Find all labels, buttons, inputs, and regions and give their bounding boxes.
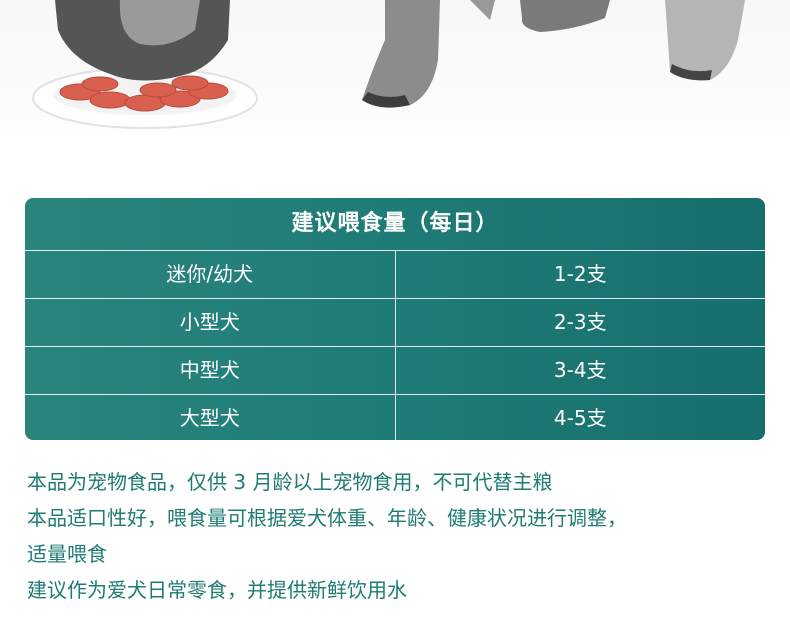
feeding-amount-table: 建议喂食量（每日） 迷你/幼犬 1-2支 小型犬 2-3支 中型犬 3-4支 大… <box>25 198 765 440</box>
amount-cell: 3-4支 <box>553 358 607 382</box>
dog-leg-middle-left <box>362 0 440 108</box>
dog-size-cell: 迷你/幼犬 <box>25 251 396 298</box>
dog-leg-middle-right <box>470 0 495 20</box>
table-row: 小型犬 2-3支 <box>25 299 765 347</box>
dog-paw-middle <box>520 0 610 32</box>
amount-cell: 1-2支 <box>553 262 607 286</box>
amount-cell: 2-3支 <box>553 310 607 334</box>
dogs-illustration <box>32 0 745 129</box>
note-line: 本品为宠物食品，仅供 3 月龄以上宠物食用，不可代替主粮 <box>27 470 553 494</box>
table-row: 迷你/幼犬 1-2支 <box>25 251 765 299</box>
note-line: 建议作为爱犬日常零食，并提供新鲜饮用水 <box>27 578 407 602</box>
feeding-table-title: 建议喂食量（每日） <box>25 198 765 251</box>
dog-size-cell: 中型犬 <box>25 347 396 394</box>
note-line: 本品适口性好，喂食量可根据爱犬体重、年龄、健康状况进行调整， <box>27 506 627 530</box>
product-photo-dogs-eating <box>0 0 790 170</box>
table-row: 中型犬 3-4支 <box>25 347 765 395</box>
usage-notes: 本品为宠物食品，仅供 3 月龄以上宠物食用，不可代替主粮 本品适口性好，喂食量可… <box>27 464 767 608</box>
dog-size-cell: 小型犬 <box>25 299 396 346</box>
dog-size-cell: 大型犬 <box>25 395 396 440</box>
amount-cell: 4-5支 <box>553 406 607 430</box>
note-line: 适量喂食 <box>27 542 107 566</box>
table-row: 大型犬 4-5支 <box>25 395 765 440</box>
